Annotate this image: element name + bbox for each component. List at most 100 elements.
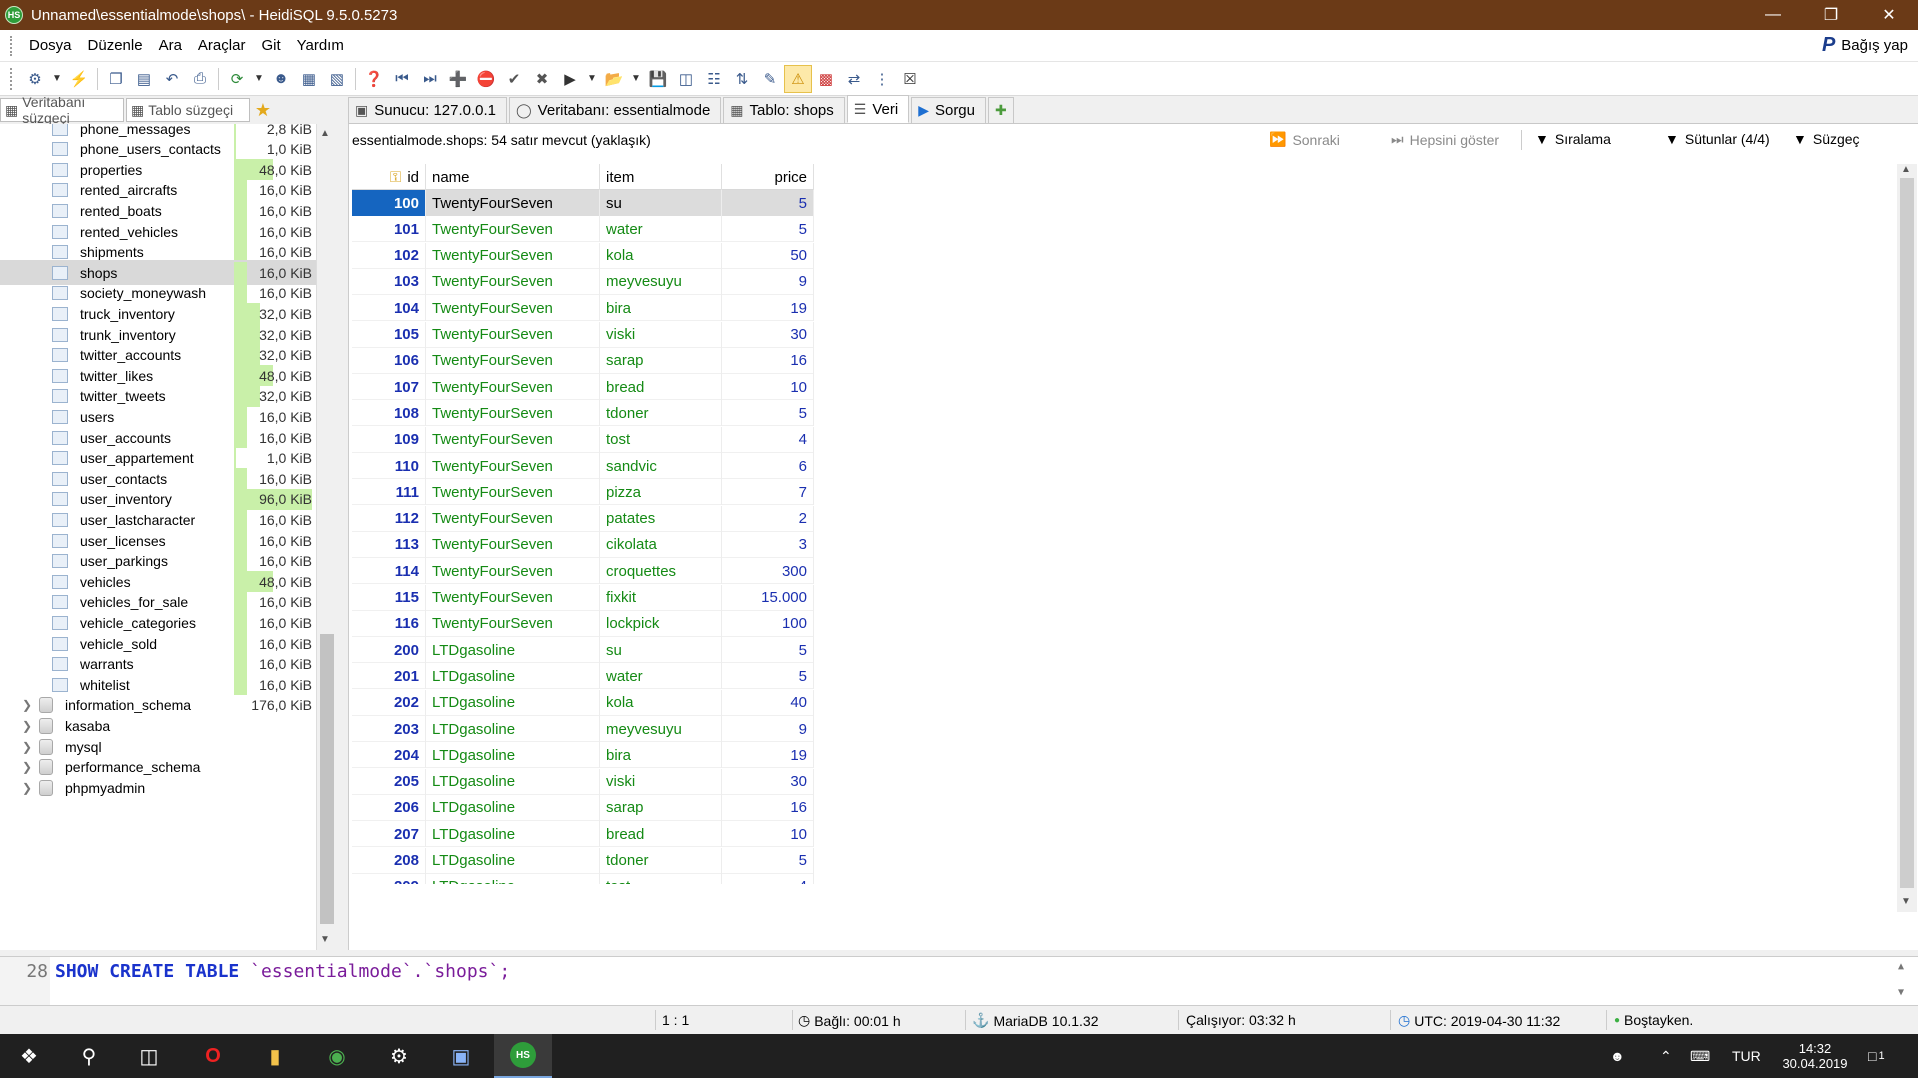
table-row[interactable]: 200 LTDgasoline su 5 xyxy=(352,637,814,664)
cell-item[interactable]: viski xyxy=(600,768,722,795)
cell-price[interactable]: 9 xyxy=(722,268,814,295)
cell-price[interactable]: 2 xyxy=(722,505,814,532)
cell-name[interactable]: LTDgasoline xyxy=(426,821,600,848)
cell-name[interactable]: TwentyFourSeven xyxy=(426,374,600,401)
table-row[interactable]: 107 TwentyFourSeven bread 10 xyxy=(352,374,814,401)
favorites-star-icon[interactable]: ★ xyxy=(250,98,276,122)
cell-name[interactable]: LTDgasoline xyxy=(426,689,600,716)
cell-id[interactable]: 206 xyxy=(352,794,426,821)
cell-price[interactable]: 9 xyxy=(722,716,814,742)
table-row[interactable]: 202 LTDgasoline kola 40 xyxy=(352,689,814,716)
cell-id[interactable]: 209 xyxy=(352,873,426,884)
keyboard-icon[interactable]: ⌨ xyxy=(1690,1034,1710,1078)
cell-price[interactable]: 3 xyxy=(722,531,814,558)
table-row[interactable]: 208 LTDgasoline tdoner 5 xyxy=(352,847,814,874)
query-builder-icon[interactable]: ☷ xyxy=(700,65,728,93)
cell-price[interactable]: 5 xyxy=(722,663,814,690)
table-row[interactable]: 113 TwentyFourSeven cikolata 3 xyxy=(352,531,814,558)
people-icon[interactable]: ☻ xyxy=(1610,1034,1625,1078)
cell-name[interactable]: TwentyFourSeven xyxy=(426,321,600,348)
task-view-button[interactable]: ◫ xyxy=(120,1034,178,1078)
table-row[interactable]: 104 TwentyFourSeven bira 19 xyxy=(352,295,814,322)
cell-name[interactable]: LTDgasoline xyxy=(426,794,600,821)
show-all-button[interactable]: ⏭ Hepsini göster xyxy=(1391,131,1499,148)
notifications-button[interactable]: □ 1 xyxy=(1868,1034,1885,1078)
database-filter-input[interactable]: ▦ Veritabanı süzgeçi xyxy=(0,94,124,126)
column-header-name[interactable]: name xyxy=(426,164,600,190)
scroll-up-icon[interactable]: ▲ xyxy=(320,128,330,139)
exit-icon[interactable]: ☒ xyxy=(896,65,924,93)
copy-icon[interactable]: ❐ xyxy=(102,65,130,93)
next-button[interactable]: ⏩ Sonraki xyxy=(1269,131,1340,148)
cell-id[interactable]: 108 xyxy=(352,400,426,427)
cell-item[interactable]: tdoner xyxy=(600,847,722,874)
cell-price[interactable]: 7 xyxy=(722,479,814,506)
table-row[interactable]: 205 LTDgasoline viski 30 xyxy=(352,768,814,795)
table-row[interactable]: 102 TwentyFourSeven kola 50 xyxy=(352,242,814,269)
table-row[interactable]: 209LTDgasolinetost4 xyxy=(352,873,814,884)
users-icon[interactable]: ☻ xyxy=(267,65,295,93)
cell-price[interactable]: 6 xyxy=(722,453,814,479)
cell-name[interactable]: LTDgasoline xyxy=(426,663,600,690)
print-icon[interactable]: ⎙ xyxy=(186,65,214,93)
cell-name[interactable]: TwentyFourSeven xyxy=(426,426,600,453)
cell-item[interactable]: bread xyxy=(600,821,722,848)
delete-row-icon[interactable]: ⛔ xyxy=(472,65,500,93)
table-row[interactable]: 206 LTDgasoline sarap 16 xyxy=(352,794,814,821)
grid-scroll-up-icon[interactable]: ▲ xyxy=(1901,164,1911,175)
cell-item[interactable]: bira xyxy=(600,295,722,322)
table-row[interactable]: 112 TwentyFourSeven patates 2 xyxy=(352,505,814,532)
cell-price[interactable]: 15.000 xyxy=(722,584,814,611)
cell-price[interactable]: 5 xyxy=(722,190,814,216)
cell-price[interactable]: 10 xyxy=(722,374,814,401)
cell-id[interactable]: 208 xyxy=(352,847,426,874)
cell-item[interactable]: fixkit xyxy=(600,584,722,611)
sql-scroll-down-icon[interactable]: ▼ xyxy=(1898,987,1904,998)
donate-button[interactable]: P Bağış yap xyxy=(1822,34,1908,57)
tab-query[interactable]: ▶ Sorgu xyxy=(911,97,986,123)
cell-price[interactable]: 19 xyxy=(722,742,814,769)
help-icon[interactable]: ❓ xyxy=(360,65,388,93)
find-replace-icon[interactable]: ⇅ xyxy=(728,65,756,93)
taskbar-app[interactable]: ▣ xyxy=(432,1034,490,1078)
cell-id[interactable]: 202 xyxy=(352,689,426,716)
cell-price[interactable]: 30 xyxy=(722,321,814,348)
table-row[interactable]: 111 TwentyFourSeven pizza 7 xyxy=(352,479,814,506)
open-dropdown-icon[interactable]: ▼ xyxy=(628,65,644,93)
table-row[interactable]: 116 TwentyFourSeven lockpick 100 xyxy=(352,610,814,637)
cell-id[interactable]: 207 xyxy=(352,821,426,848)
taskbar-opera[interactable]: O xyxy=(184,1034,242,1078)
taskbar-clock[interactable]: 14:32 30.04.2019 xyxy=(1770,1034,1860,1078)
grid-scrollbar[interactable]: ▲ ▼ xyxy=(1897,164,1917,912)
grid-scroll-down-icon[interactable]: ▼ xyxy=(1901,896,1911,907)
expand-chevron-icon[interactable]: ❯ xyxy=(22,698,32,712)
cell-name[interactable]: LTDgasoline xyxy=(426,847,600,874)
cell-price[interactable]: 30 xyxy=(722,768,814,795)
cell-id[interactable]: 106 xyxy=(352,347,426,374)
table-filter-input[interactable]: ▦ Tablo süzgeçi xyxy=(126,98,250,122)
cell-name[interactable]: TwentyFourSeven xyxy=(426,400,600,427)
export-icon[interactable]: ▧ xyxy=(323,65,351,93)
cell-item[interactable]: lockpick xyxy=(600,610,722,637)
expand-chevron-icon[interactable]: ❯ xyxy=(22,740,32,754)
sql-log-editor[interactable]: 28 SHOW CREATE TABLE `essentialmode`.`sh… xyxy=(0,956,1918,1006)
table-row[interactable]: 103 TwentyFourSeven meyvesuyu 9 xyxy=(352,268,814,295)
cell-item[interactable]: tost xyxy=(600,426,722,453)
cell-price[interactable]: 5 xyxy=(722,400,814,427)
cell-id[interactable]: 105 xyxy=(352,321,426,348)
last-record-icon[interactable]: ⏭ xyxy=(416,65,444,93)
sql-scroll-up-icon[interactable]: ▲ xyxy=(1898,961,1904,972)
cell-price[interactable]: 40 xyxy=(722,689,814,716)
undo-icon[interactable]: ↶ xyxy=(158,65,186,93)
search-button[interactable]: ⚲ xyxy=(60,1034,118,1078)
cell-name[interactable]: TwentyFourSeven xyxy=(426,558,600,585)
cell-name[interactable]: TwentyFourSeven xyxy=(426,347,600,374)
menu-git[interactable]: Git xyxy=(253,37,288,54)
cell-item[interactable]: su xyxy=(600,190,722,216)
cell-name[interactable]: TwentyFourSeven xyxy=(426,531,600,558)
cell-name[interactable]: LTDgasoline xyxy=(426,716,600,742)
save-as-icon[interactable]: ◫ xyxy=(672,65,700,93)
tree-scrollbar[interactable]: ▲ ▼ xyxy=(316,124,336,950)
table-row[interactable]: 207 LTDgasoline bread 10 xyxy=(352,821,814,848)
cell-item[interactable]: water xyxy=(600,216,722,243)
